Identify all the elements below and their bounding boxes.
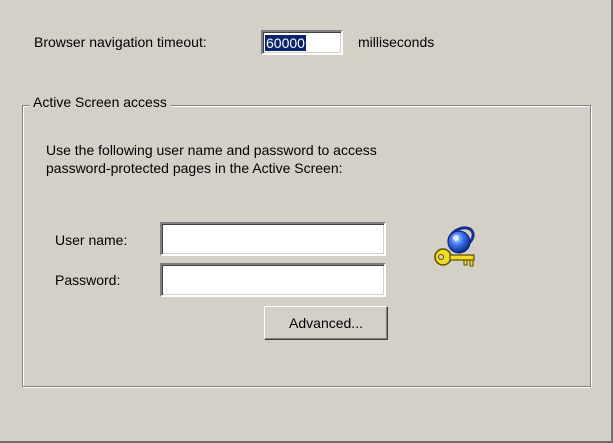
username-field[interactable] [160, 222, 386, 256]
description-line-2: password-protected pages in the Active S… [46, 160, 343, 176]
username-label: User name: [55, 232, 128, 248]
password-input[interactable] [162, 265, 384, 295]
active-screen-group-title: Active Screen access [29, 94, 171, 110]
timeout-value[interactable]: 60000 [265, 35, 306, 51]
globe-key-icon [431, 224, 479, 272]
advanced-button[interactable]: Advanced... [264, 306, 388, 340]
timeout-label: Browser navigation timeout: [34, 34, 207, 50]
timeout-field[interactable]: 60000 [261, 30, 343, 55]
timeout-unit-label: milliseconds [358, 34, 435, 50]
description-line-1: Use the following user name and password… [46, 142, 377, 158]
password-label: Password: [55, 272, 121, 288]
password-field[interactable] [160, 263, 386, 297]
username-input[interactable] [162, 224, 384, 254]
